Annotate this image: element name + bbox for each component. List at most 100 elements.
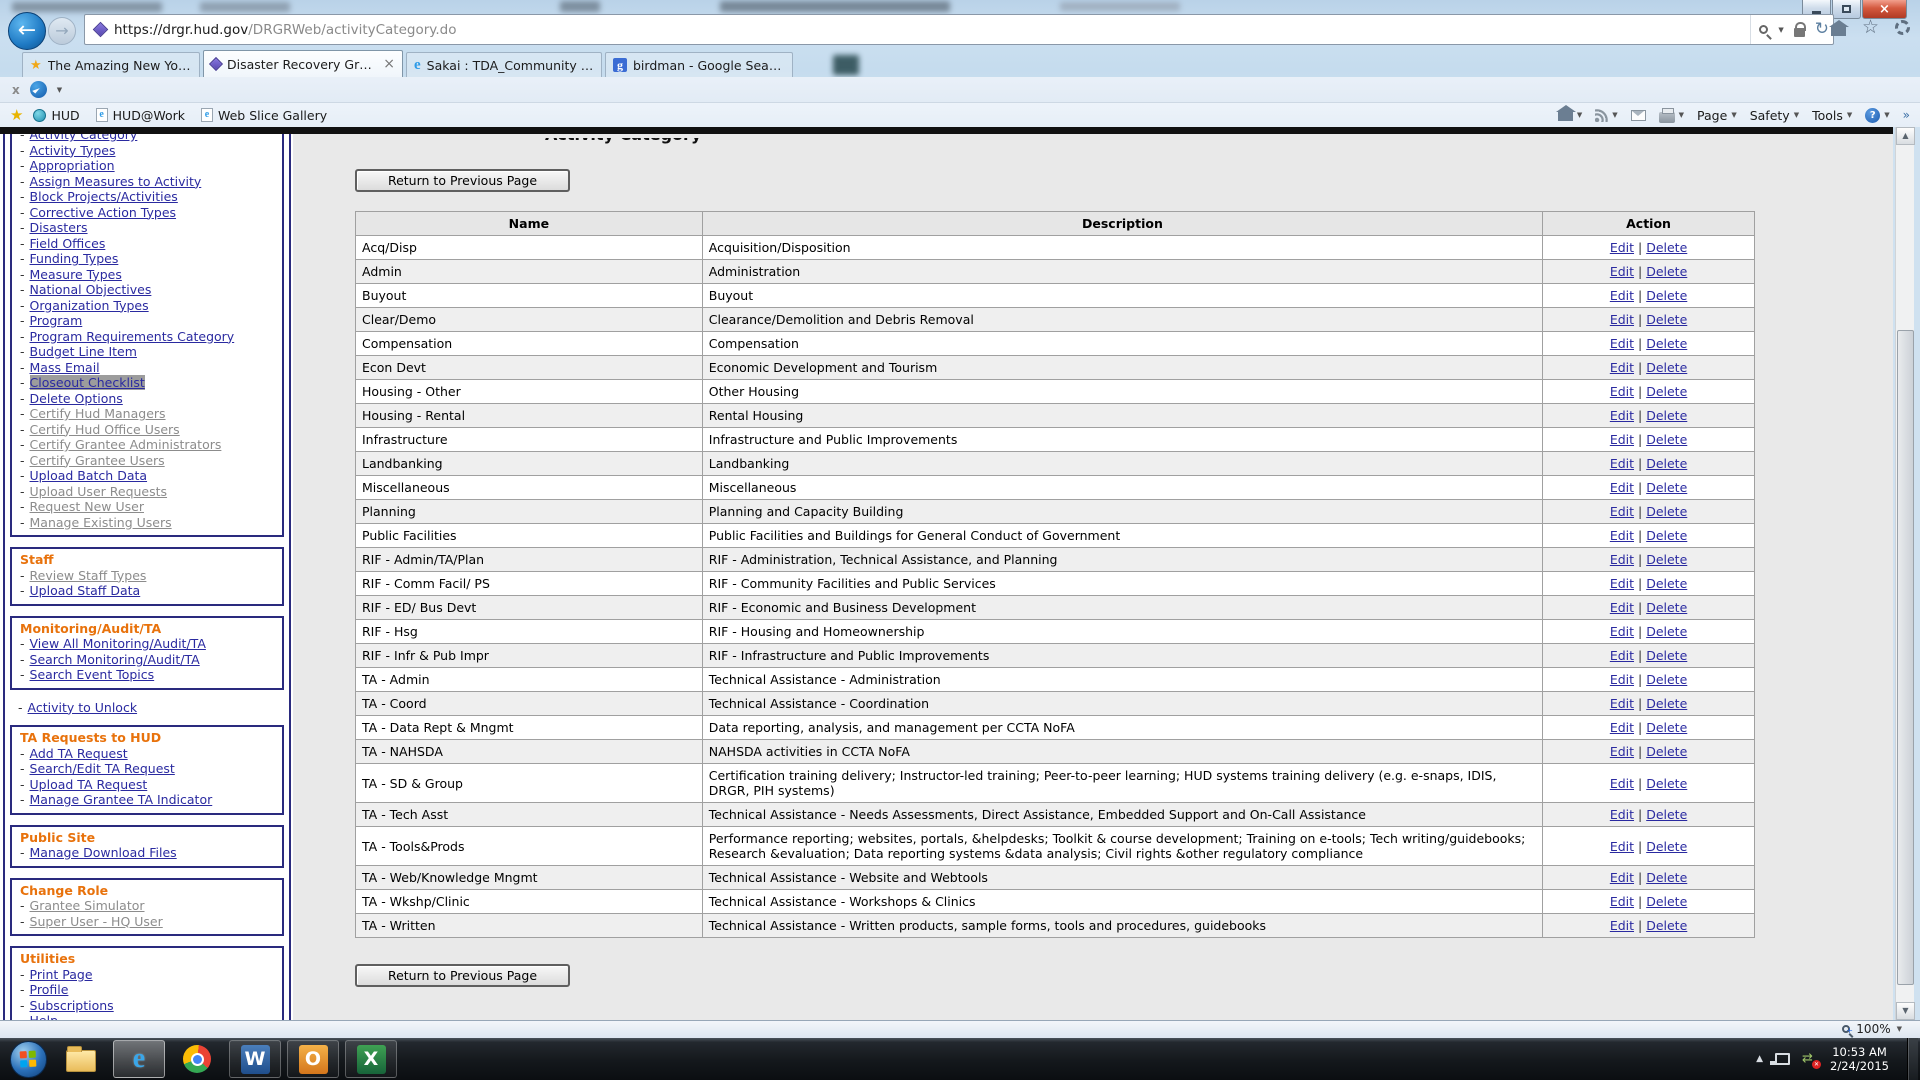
sidebar-item-help[interactable]: -Help: [20, 1013, 278, 1020]
edit-link[interactable]: Edit: [1610, 624, 1634, 639]
edit-link[interactable]: Edit: [1610, 360, 1634, 375]
tools-menu[interactable]: Tools▼: [1812, 108, 1852, 123]
sidebar-item-manage-download-files[interactable]: -Manage Download Files: [20, 845, 278, 861]
sidebar-link[interactable]: Help: [30, 1013, 59, 1020]
sidebar-link[interactable]: Activity to Unlock: [28, 700, 138, 715]
refresh-icon[interactable]: ↻: [1815, 21, 1829, 38]
addon-dropdown-icon[interactable]: ▼: [57, 86, 62, 94]
sidebar-item-certify-grantee-administrators[interactable]: -Certify Grantee Administrators: [20, 437, 278, 453]
sidebar-link[interactable]: Field Offices: [30, 236, 106, 251]
edit-link[interactable]: Edit: [1610, 720, 1634, 735]
delete-link[interactable]: Delete: [1646, 720, 1687, 735]
sidebar-link[interactable]: Manage Download Files: [30, 845, 177, 860]
delete-link[interactable]: Delete: [1646, 432, 1687, 447]
sidebar-link[interactable]: Manage Existing Users: [30, 515, 172, 530]
edit-link[interactable]: Edit: [1610, 528, 1634, 543]
edit-link[interactable]: Edit: [1610, 918, 1634, 933]
edit-link[interactable]: Edit: [1610, 264, 1634, 279]
edit-link[interactable]: Edit: [1610, 504, 1634, 519]
edit-link[interactable]: Edit: [1610, 744, 1634, 759]
excel-taskbar-button[interactable]: X: [345, 1040, 397, 1078]
vertical-scrollbar[interactable]: ▲ ▼: [1895, 127, 1914, 1020]
sidebar-link[interactable]: Corrective Action Types: [30, 205, 177, 220]
delete-link[interactable]: Delete: [1646, 672, 1687, 687]
edit-link[interactable]: Edit: [1610, 240, 1634, 255]
edit-link[interactable]: Edit: [1610, 894, 1634, 909]
delete-link[interactable]: Delete: [1646, 312, 1687, 327]
delete-link[interactable]: Delete: [1646, 264, 1687, 279]
edit-link[interactable]: Edit: [1610, 384, 1634, 399]
edit-link[interactable]: Edit: [1610, 870, 1634, 885]
delete-link[interactable]: Delete: [1646, 240, 1687, 255]
delete-link[interactable]: Delete: [1646, 456, 1687, 471]
sidebar-link[interactable]: Budget Line Item: [30, 344, 137, 359]
sidebar-item-certify-hud-managers[interactable]: -Certify Hud Managers: [20, 406, 278, 422]
sidebar-item-search-edit-ta-request[interactable]: -Search/Edit TA Request: [20, 761, 278, 777]
sidebar-link[interactable]: Appropriation: [30, 158, 115, 173]
sidebar-item-activity-types[interactable]: -Activity Types: [20, 143, 278, 159]
search-icon[interactable]: [1759, 25, 1768, 34]
sidebar-item-program-requirements-category[interactable]: -Program Requirements Category: [20, 329, 278, 345]
network-icon[interactable]: [1775, 1053, 1790, 1065]
sidebar-link[interactable]: Search Event Topics: [30, 667, 155, 682]
edit-link[interactable]: Edit: [1610, 336, 1634, 351]
delete-link[interactable]: Delete: [1646, 918, 1687, 933]
delete-link[interactable]: Delete: [1646, 648, 1687, 663]
help-menu[interactable]: ?▼: [1865, 108, 1889, 123]
delete-link[interactable]: Delete: [1646, 600, 1687, 615]
sidebar-link[interactable]: Certify Grantee Administrators: [30, 437, 222, 452]
read-mail-icon[interactable]: [1631, 110, 1646, 121]
tab-disaster-recovery-grant-rep[interactable]: Disaster Recovery Grant Rep...×: [203, 50, 403, 77]
chrome-taskbar-button[interactable]: [171, 1040, 223, 1078]
delete-link[interactable]: Delete: [1646, 504, 1687, 519]
scroll-down-button[interactable]: ▼: [1896, 1002, 1915, 1020]
delete-link[interactable]: Delete: [1646, 384, 1687, 399]
sidebar-item-view-all-monitoring-audit-ta[interactable]: -View All Monitoring/Audit/TA: [20, 636, 278, 652]
sidebar-link[interactable]: Super User - HQ User: [30, 914, 163, 929]
feeds-menu[interactable]: ▼: [1595, 109, 1617, 122]
sidebar-item-add-ta-request[interactable]: -Add TA Request: [20, 746, 278, 762]
sidebar-link[interactable]: Profile: [30, 982, 69, 997]
sidebar-item-profile[interactable]: -Profile: [20, 982, 278, 998]
favorites-star-icon[interactable]: ☆: [1862, 18, 1879, 37]
sidebar-item-activity-category[interactable]: -Activity Category: [20, 134, 278, 143]
sidebar-link[interactable]: Upload User Requests: [30, 484, 168, 499]
sidebar-item-manage-existing-users[interactable]: -Manage Existing Users: [20, 515, 278, 531]
settings-gear-icon[interactable]: [1895, 20, 1910, 35]
safety-menu[interactable]: Safety▼: [1750, 108, 1799, 123]
sidebar-link[interactable]: Program: [30, 313, 83, 328]
edit-link[interactable]: Edit: [1610, 432, 1634, 447]
sidebar-item-activity-to-unlock[interactable]: -Activity to Unlock: [18, 700, 280, 716]
delete-link[interactable]: Delete: [1646, 744, 1687, 759]
delete-link[interactable]: Delete: [1646, 696, 1687, 711]
sidebar-link[interactable]: Review Staff Types: [30, 568, 147, 583]
edit-link[interactable]: Edit: [1610, 648, 1634, 663]
delete-link[interactable]: Delete: [1646, 408, 1687, 423]
edit-link[interactable]: Edit: [1610, 600, 1634, 615]
sidebar-item-mass-email[interactable]: -Mass Email: [20, 360, 278, 376]
sidebar-item-upload-ta-request[interactable]: -Upload TA Request: [20, 777, 278, 793]
start-button[interactable]: [4, 1038, 52, 1080]
delete-link[interactable]: Delete: [1646, 528, 1687, 543]
sidebar-item-assign-measures-to-activity[interactable]: -Assign Measures to Activity: [20, 174, 278, 190]
taskbar-clock[interactable]: 10:53 AM 2/24/2015: [1830, 1045, 1895, 1073]
favorites-item-hud-work[interactable]: eHUD@Work: [96, 108, 185, 123]
edit-link[interactable]: Edit: [1610, 839, 1634, 854]
sidebar-item-delete-options[interactable]: -Delete Options: [20, 391, 278, 407]
edit-link[interactable]: Edit: [1610, 480, 1634, 495]
sidebar-link[interactable]: Request New User: [30, 499, 144, 514]
tab-birdman-google-search[interactable]: gbirdman - Google Search: [605, 52, 793, 77]
sidebar-link[interactable]: Certify Grantee Users: [30, 453, 165, 468]
tab-the-amazing-new-york-scave[interactable]: ★The Amazing New York Scave...: [22, 52, 200, 77]
sidebar-link[interactable]: Activity Types: [30, 143, 116, 158]
sync-error-icon[interactable]: ⇄: [1802, 1052, 1818, 1066]
back-button[interactable]: ←: [8, 12, 46, 50]
show-desktop-button[interactable]: [1907, 1038, 1918, 1080]
zoom-dropdown-icon[interactable]: ▼: [1897, 1025, 1902, 1033]
return-to-previous-page-button-top[interactable]: Return to Previous Page: [355, 169, 570, 192]
delete-link[interactable]: Delete: [1646, 552, 1687, 567]
sidebar-item-certify-grantee-users[interactable]: -Certify Grantee Users: [20, 453, 278, 469]
sidebar-link[interactable]: Add TA Request: [30, 746, 128, 761]
sidebar-item-budget-line-item[interactable]: -Budget Line Item: [20, 344, 278, 360]
edit-link[interactable]: Edit: [1610, 288, 1634, 303]
